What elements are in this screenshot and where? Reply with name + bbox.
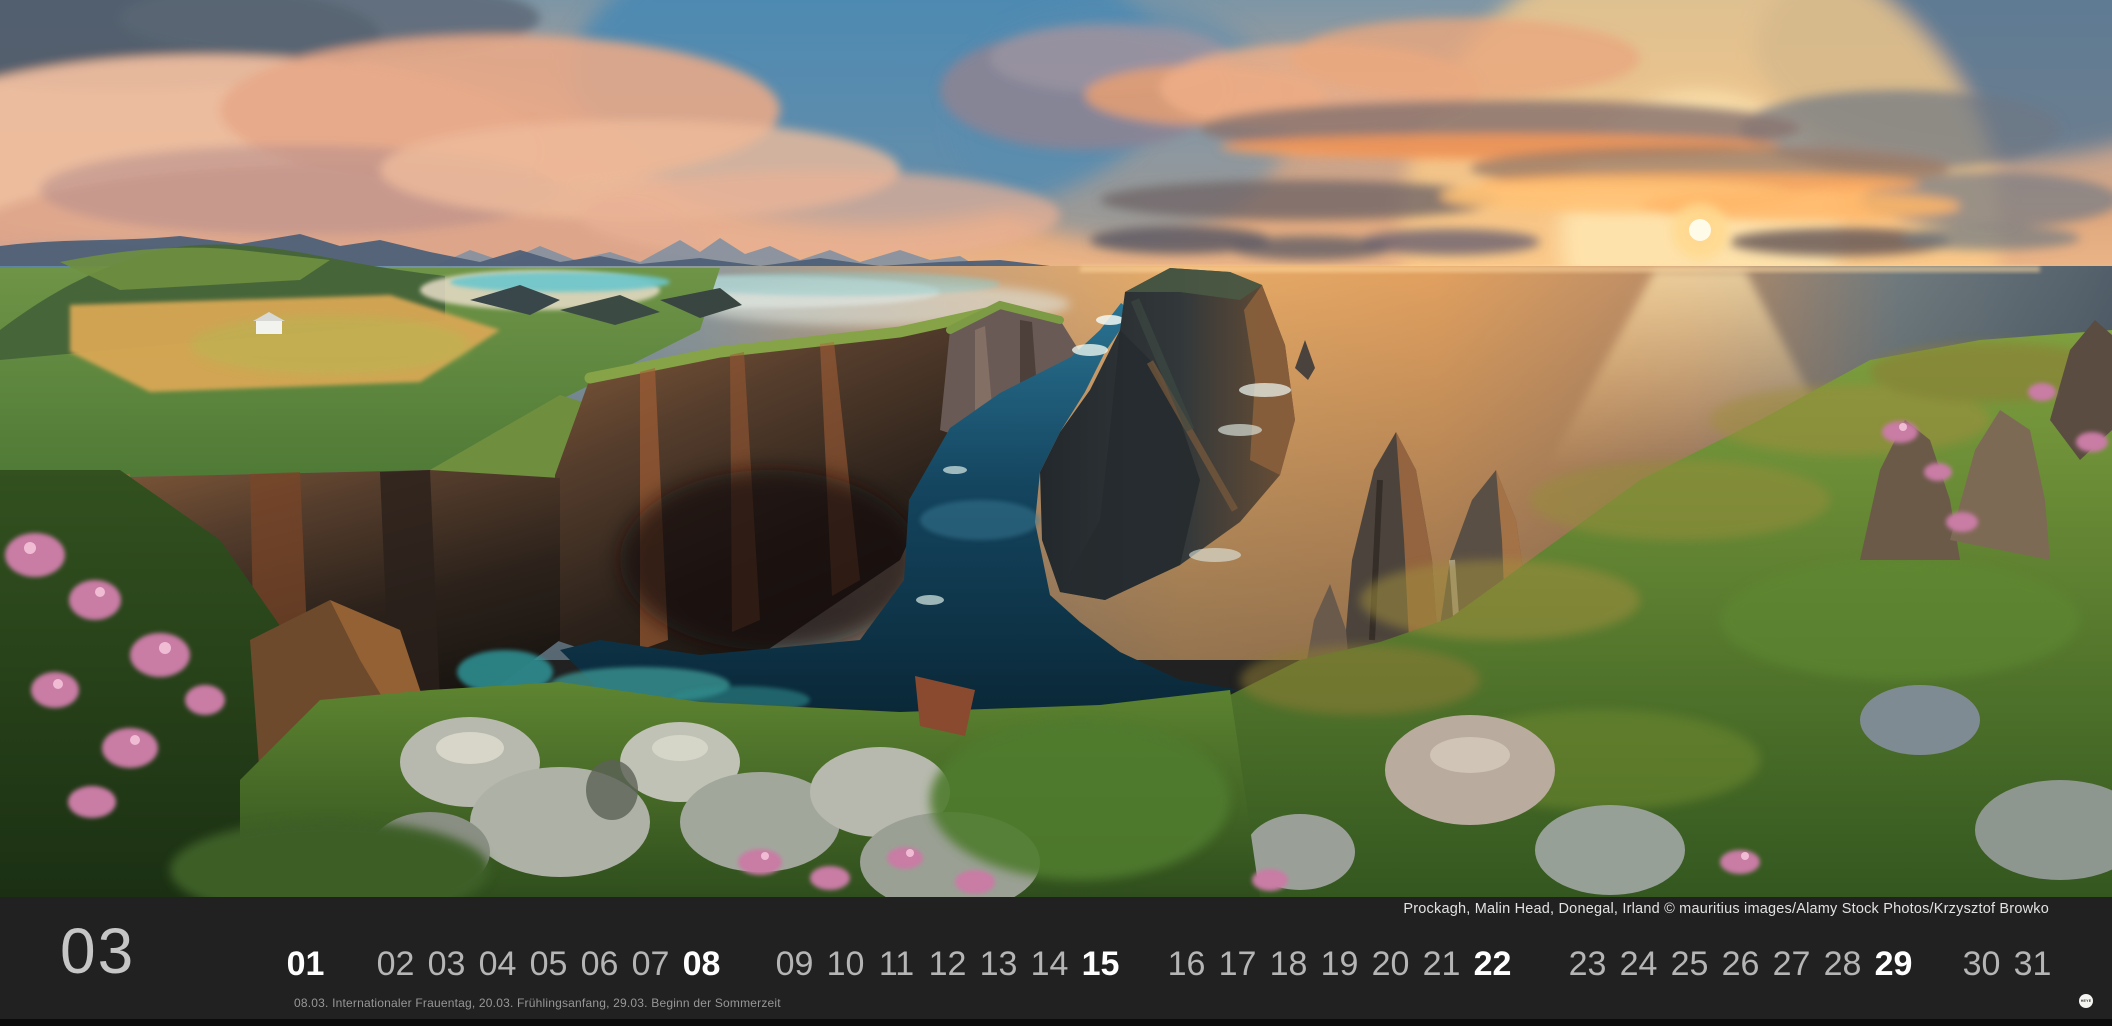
day-27: 27 xyxy=(1766,947,1817,981)
calendar-photo xyxy=(0,0,2112,897)
day-15: 15 xyxy=(1075,947,1126,981)
day-25: 25 xyxy=(1664,947,1715,981)
sun xyxy=(1672,203,1728,259)
day-16: 16 xyxy=(1161,947,1212,981)
day-11: 11 xyxy=(871,947,922,981)
day-09: 09 xyxy=(769,947,820,981)
week-group: 01 xyxy=(280,947,331,981)
day-07: 07 xyxy=(625,947,676,981)
week-group: 02030405060708 xyxy=(370,947,727,981)
day-26: 26 xyxy=(1715,947,1766,981)
day-13: 13 xyxy=(973,947,1024,981)
day-23: 23 xyxy=(1562,947,1613,981)
photo-scene xyxy=(0,0,2112,897)
day-05: 05 xyxy=(523,947,574,981)
day-02: 02 xyxy=(370,947,421,981)
day-17: 17 xyxy=(1212,947,1263,981)
day-08: 08 xyxy=(676,947,727,981)
day-31: 31 xyxy=(2007,947,2058,981)
day-04: 04 xyxy=(472,947,523,981)
day-14: 14 xyxy=(1024,947,1075,981)
day-30: 30 xyxy=(1956,947,2007,981)
day-28: 28 xyxy=(1817,947,1868,981)
day-12: 12 xyxy=(922,947,973,981)
day-18: 18 xyxy=(1263,947,1314,981)
day-10: 10 xyxy=(820,947,871,981)
day-20: 20 xyxy=(1365,947,1416,981)
calendar-page: Prockagh, Malin Head, Donegal, Irland © … xyxy=(0,0,2112,1026)
day-22: 22 xyxy=(1467,947,1518,981)
publisher-logo: HEYE xyxy=(2079,994,2093,1008)
day-21: 21 xyxy=(1416,947,1467,981)
day-29: 29 xyxy=(1868,947,1919,981)
day-06: 06 xyxy=(574,947,625,981)
week-group: 09101112131415 xyxy=(769,947,1126,981)
day-19: 19 xyxy=(1314,947,1365,981)
day-01: 01 xyxy=(280,947,331,981)
week-group: 3031 xyxy=(1956,947,2058,981)
day-24: 24 xyxy=(1613,947,1664,981)
week-group: 23242526272829 xyxy=(1562,947,1919,981)
week-group: 16171819202122 xyxy=(1161,947,1518,981)
calendar-bar: Prockagh, Malin Head, Donegal, Irland © … xyxy=(0,897,2112,1026)
holidays-footnote: 08.03. Internationaler Frauentag, 20.03.… xyxy=(294,996,781,1010)
day-03: 03 xyxy=(421,947,472,981)
